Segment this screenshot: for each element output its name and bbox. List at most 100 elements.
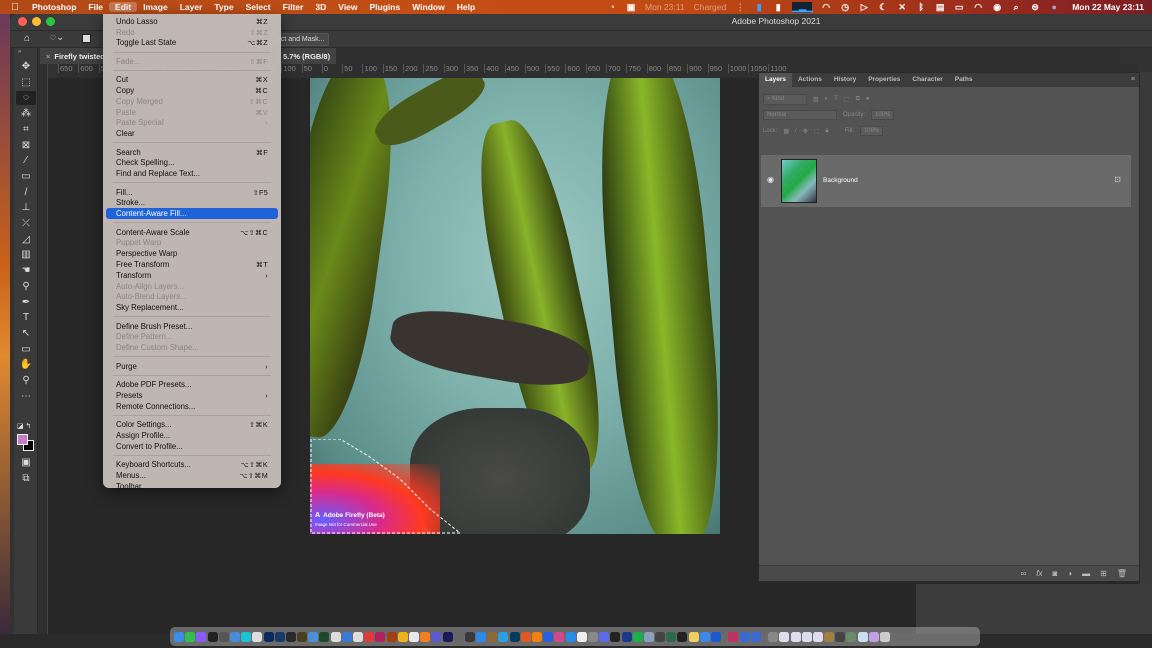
move-tool-icon[interactable]: ✥ xyxy=(16,60,36,74)
filter-smart-object-icon[interactable]: ⧉ xyxy=(856,96,860,103)
control-center-icon[interactable]: ⊜ xyxy=(1030,2,1040,13)
device-battery-icon[interactable]: ▮ xyxy=(773,2,783,13)
folder-icon[interactable]: ▬ xyxy=(1082,569,1090,578)
close-tab-icon[interactable]: × xyxy=(46,52,50,61)
screen-mode-icon[interactable]: ⧉ xyxy=(16,472,36,486)
pen-tool-icon[interactable]: ✒ xyxy=(16,296,36,310)
dock-app-cashculator-icon[interactable] xyxy=(464,631,475,642)
frame-tool-icon[interactable]: ⊠ xyxy=(16,139,36,153)
dock-app-illustrator-icon[interactable] xyxy=(386,631,397,642)
dock-app-zbrush-icon[interactable] xyxy=(330,631,341,642)
layer-row[interactable]: ◉ Background ⊡ xyxy=(761,155,1131,207)
dock-app-bridge-icon[interactable] xyxy=(285,631,296,642)
dock-app-fresco-icon[interactable] xyxy=(319,631,330,642)
dock-app-rush-icon[interactable] xyxy=(621,631,632,642)
dock-app-app-icon[interactable] xyxy=(655,631,666,642)
dock-app-davinci-icon[interactable] xyxy=(728,631,739,642)
dock-app-safari-icon[interactable] xyxy=(565,631,576,642)
menu-item-convert-to-profile[interactable]: Convert to Profile... xyxy=(103,441,281,452)
menu-item-assign-profile[interactable]: Assign Profile... xyxy=(103,430,281,441)
lock-all-icon[interactable]: 🔒︎ xyxy=(825,128,828,135)
siri-icon[interactable]: ● xyxy=(1049,2,1059,12)
search-icon[interactable]: ⌕ xyxy=(1011,2,1021,13)
filter-toggle-icon[interactable]: ● xyxy=(866,96,870,102)
menu-item-purge[interactable]: Purge › xyxy=(103,361,281,372)
filter-type-icon[interactable]: T xyxy=(834,96,838,102)
bluetooth-icon[interactable]: ᛒ xyxy=(916,2,926,12)
menu-item-menus[interactable]: Menus... ⌥⇧⌘M xyxy=(103,470,281,481)
blend-mode-select[interactable]: Normal xyxy=(763,110,837,120)
activity-monitor-icon[interactable]: ◔ xyxy=(607,2,617,12)
smudge-tool-icon[interactable]: ☚ xyxy=(16,264,36,278)
dock-app-lightroom-classic-icon[interactable] xyxy=(274,631,285,642)
dock-app-zbrush-icon[interactable] xyxy=(252,631,263,642)
dock-app-whatsapp-icon[interactable] xyxy=(185,631,196,642)
dock-app-teams-icon[interactable] xyxy=(431,631,442,642)
brush-tool-icon[interactable]: / xyxy=(16,186,36,200)
dock-app-folder-icon[interactable] xyxy=(824,631,835,642)
spot-healing-tool-icon[interactable]: ▭ xyxy=(16,170,36,184)
history-brush-tool-icon[interactable]: ⤫ xyxy=(16,217,36,231)
magic-wand-tool-icon[interactable]: ⁂ xyxy=(16,107,36,121)
dock-app-unknown-icon[interactable] xyxy=(453,631,464,642)
layer-name[interactable]: Background xyxy=(823,177,858,184)
fill-field[interactable]: 100% xyxy=(859,126,884,136)
tab-history[interactable]: History xyxy=(828,73,862,87)
dock-app-folder-icon[interactable] xyxy=(846,631,857,642)
collapse-toolbar-icon[interactable]: » xyxy=(18,49,21,55)
tab-properties[interactable]: Properties xyxy=(862,73,906,87)
dark-mode-icon[interactable]: ☾ xyxy=(878,2,888,13)
dock-app-daz-studio-icon[interactable] xyxy=(297,631,308,642)
layer-lock-icon[interactable]: ⊡ xyxy=(1114,175,1121,184)
dock-app-photo-booth-icon[interactable] xyxy=(218,631,229,642)
dock-app-window-icon[interactable] xyxy=(801,631,812,642)
menu-select[interactable]: Select xyxy=(240,2,277,12)
zoom-tool-icon[interactable]: ⚲ xyxy=(16,374,36,388)
dock-app-acrobat-icon[interactable] xyxy=(677,631,688,642)
lock-position-icon[interactable]: ✥ xyxy=(803,128,808,135)
menu-item-remote-connections[interactable]: Remote Connections... xyxy=(103,401,281,412)
lock-transparent-icon[interactable]: ▦ xyxy=(783,128,789,135)
menu-file[interactable]: File xyxy=(82,2,109,12)
menu-type[interactable]: Type xyxy=(208,2,239,12)
lock-image-icon[interactable]: / xyxy=(795,128,797,134)
menu-item-perspective-warp[interactable]: Perspective Warp xyxy=(103,248,281,259)
opacity-field[interactable]: 100% xyxy=(871,110,895,120)
dock-app-spotify-icon[interactable] xyxy=(632,631,643,642)
dock-app-picsart-icon[interactable] xyxy=(241,631,252,642)
dock-app-webex-icon[interactable] xyxy=(576,631,587,642)
menu-item-cut[interactable]: Cut ⌘X xyxy=(103,74,281,85)
more-tools-icon[interactable]: ⋯ xyxy=(16,390,36,404)
menu-item-content-aware-fill[interactable]: Content-Aware Fill... xyxy=(106,208,278,220)
quick-mask-icon[interactable]: ▣ xyxy=(16,456,36,470)
phone-battery-icon[interactable]: ▮ xyxy=(754,2,764,13)
tab-paths[interactable]: Paths xyxy=(949,73,979,87)
hand-tool-icon[interactable]: ✋ xyxy=(16,358,36,372)
menu-plugins[interactable]: Plugins xyxy=(364,2,407,12)
dock-app-photos-icon[interactable] xyxy=(699,631,710,642)
menu-item-define-brush-preset[interactable]: Define Brush Preset... xyxy=(103,321,281,332)
menu-item-undo-lasso[interactable]: Undo Lasso ⌘Z xyxy=(103,16,281,27)
panel-menu-icon[interactable]: ≡ xyxy=(1131,76,1135,83)
dock-app-lightroom-icon[interactable] xyxy=(509,631,520,642)
eyedropper-tool-icon[interactable]: ⁄ xyxy=(16,154,36,168)
dock-app-krita-icon[interactable] xyxy=(498,631,509,642)
dock-app-trash-icon[interactable] xyxy=(880,631,890,642)
dock-app-help-icon[interactable] xyxy=(768,631,779,642)
dock-app-camera-icon[interactable] xyxy=(750,631,761,642)
menu-edit[interactable]: Edit xyxy=(109,2,138,12)
dock-app-terminal-icon[interactable] xyxy=(207,631,218,642)
menu-item-copy[interactable]: Copy ⌘C xyxy=(103,85,281,96)
wifi-icon[interactable]: ◠ xyxy=(973,2,983,13)
cpu-graph-icon[interactable]: ▁▂▁ xyxy=(792,1,813,13)
path-selection-tool-icon[interactable]: ↖ xyxy=(16,327,36,341)
crop-tool-icon[interactable]: ⌗ xyxy=(16,123,36,137)
filter-pixel-icon[interactable]: ▨ xyxy=(813,96,819,103)
menu-item-search[interactable]: Search ⌘F xyxy=(103,147,281,158)
menu-image[interactable]: Image xyxy=(137,2,174,12)
menu-photoshop[interactable]: Photoshop xyxy=(30,2,82,12)
dock-app-miro-icon[interactable] xyxy=(554,631,565,642)
dock-app-window-icon[interactable] xyxy=(790,631,801,642)
foreground-color-swatch[interactable] xyxy=(17,434,28,445)
collapsed-panels-strip[interactable] xyxy=(1140,72,1152,634)
